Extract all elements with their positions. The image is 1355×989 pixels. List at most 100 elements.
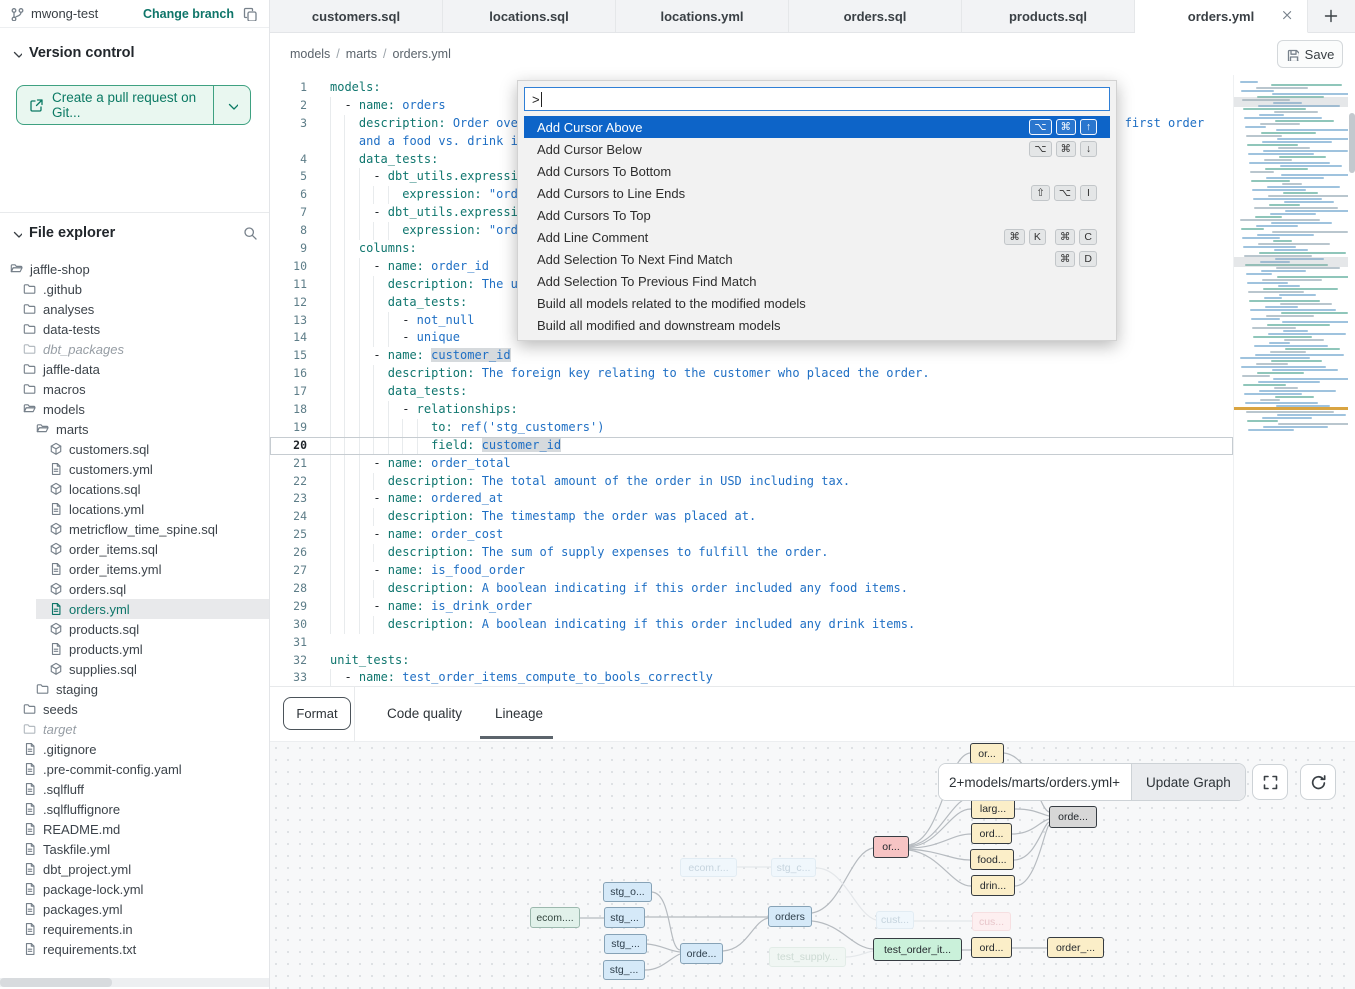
fullscreen-button[interactable] <box>1252 764 1288 800</box>
file-tree-item-jaffle-shop[interactable]: jaffle-shop <box>0 259 269 279</box>
command-palette-input[interactable]: > <box>524 87 1110 111</box>
code-line-20[interactable]: 20field: customer_id <box>270 437 1233 455</box>
file-tree-item-marts[interactable]: marts <box>0 419 269 439</box>
palette-item-add-selection-to-previous-find-match[interactable]: Add Selection To Previous Find Match <box>524 270 1110 292</box>
file-tree-item-customers.yml[interactable]: customers.yml <box>0 459 269 479</box>
code-line-31[interactable]: 31 <box>270 634 1233 652</box>
palette-item-add-cursors-to-line-ends[interactable]: Add Cursors to Line Ends⇧⌥I <box>524 182 1110 204</box>
file-tree-item-README.md[interactable]: README.md <box>0 819 269 839</box>
code-line-25[interactable]: 25- name: order_cost <box>270 526 1233 544</box>
file-tree-item-.sqlfluff[interactable]: .sqlfluff <box>0 779 269 799</box>
file-tree-item-seeds[interactable]: seeds <box>0 699 269 719</box>
lineage-node-n6[interactable]: orde... <box>680 943 723 964</box>
code-line-28[interactable]: 28description: A boolean indicating if t… <box>270 580 1233 598</box>
editor-tab-customers.sql[interactable]: customers.sql <box>270 0 443 32</box>
palette-item-add-cursors-to-bottom[interactable]: Add Cursors To Bottom <box>524 160 1110 182</box>
code-line-22[interactable]: 22description: The total amount of the o… <box>270 473 1233 491</box>
code-line-17[interactable]: 17data_tests: <box>270 383 1233 401</box>
code-line-32[interactable]: 32unit_tests: <box>270 652 1233 670</box>
new-tab-button[interactable] <box>1308 0 1354 32</box>
code-line-26[interactable]: 26description: The sum of supply expense… <box>270 544 1233 562</box>
file-tree-item-.pre-commit-config.yaml[interactable]: .pre-commit-config.yaml <box>0 759 269 779</box>
lineage-node-n21[interactable]: cus... <box>972 912 1011 931</box>
lineage-node-n22[interactable]: ord... <box>971 937 1012 958</box>
breadcrumb-part[interactable]: models <box>290 47 330 61</box>
editor-tab-locations.sql[interactable]: locations.sql <box>443 0 616 32</box>
editor-tab-locations.yml[interactable]: locations.yml <box>616 0 789 32</box>
change-branch-link[interactable]: Change branch <box>143 7 234 21</box>
file-tree-item-orders.yml[interactable]: orders.yml <box>0 599 269 619</box>
palette-item-add-cursor-above[interactable]: Add Cursor Above⌥⌘↑ <box>524 116 1110 138</box>
file-tree-item-locations.yml[interactable]: locations.yml <box>0 499 269 519</box>
lineage-node-n20[interactable]: orde... <box>1049 806 1097 828</box>
lineage-node-n16[interactable]: larg... <box>971 798 1015 819</box>
lineage-node-n12[interactable]: test_supply... <box>769 947 846 967</box>
file-tree-item-order_items.yml[interactable]: order_items.yml <box>0 559 269 579</box>
lineage-node-n23[interactable]: order_... <box>1047 937 1104 958</box>
file-tree-item-customers.sql[interactable]: customers.sql <box>0 439 269 459</box>
file-tree-item-locations.sql[interactable]: locations.sql <box>0 479 269 499</box>
lineage-canvas[interactable]: Update Graph ecom....stg_o...stg_...stg_… <box>270 741 1355 989</box>
file-tree-item-products.yml[interactable]: products.yml <box>0 639 269 659</box>
breadcrumb-part[interactable]: marts <box>346 47 377 61</box>
tab-lineage[interactable]: Lineage <box>495 687 543 739</box>
file-tree-item-analyses[interactable]: analyses <box>0 299 269 319</box>
tab-code-quality[interactable]: Code quality <box>387 687 462 739</box>
file-tree-item-supplies.sql[interactable]: supplies.sql <box>0 659 269 679</box>
format-button[interactable]: Format <box>283 697 351 730</box>
lineage-selector-input[interactable] <box>939 764 1131 800</box>
file-tree-item-order_items.sql[interactable]: order_items.sql <box>0 539 269 559</box>
editor-scrollbar-thumb[interactable] <box>1349 113 1355 173</box>
editor-tab-orders.yml[interactable]: orders.yml <box>1135 0 1308 33</box>
code-line-27[interactable]: 27- name: is_food_order <box>270 562 1233 580</box>
file-tree-item-staging[interactable]: staging <box>0 679 269 699</box>
lineage-node-n8[interactable]: ecom.r... <box>680 858 737 877</box>
lineage-node-n9[interactable]: stg_c... <box>771 858 816 877</box>
file-tree-item-.sqlfluffignore[interactable]: .sqlfluffignore <box>0 799 269 819</box>
file-tree-item-.github[interactable]: .github <box>0 279 269 299</box>
lineage-node-n4[interactable]: stg_... <box>604 934 647 954</box>
palette-item-add-cursors-to-top[interactable]: Add Cursors To Top <box>524 204 1110 226</box>
create-pull-request-button[interactable]: Create a pull request on Git... <box>16 85 251 125</box>
update-graph-button[interactable]: Update Graph <box>1131 764 1245 800</box>
file-tree-item-products.sql[interactable]: products.sql <box>0 619 269 639</box>
lineage-node-n7[interactable]: orders <box>768 906 812 927</box>
code-line-33[interactable]: 33- name: test_order_items_compute_to_bo… <box>270 669 1233 686</box>
create-pull-request-main[interactable]: Create a pull request on Git... <box>17 86 214 124</box>
code-line-24[interactable]: 24description: The timestamp the order w… <box>270 508 1233 526</box>
lineage-node-n13[interactable]: test_order_it... <box>873 938 962 961</box>
search-icon[interactable] <box>243 226 257 240</box>
save-button[interactable]: Save <box>1277 40 1343 68</box>
sidebar-horizontal-scrollbar[interactable] <box>0 978 269 987</box>
file-explorer-header[interactable]: File explorer <box>0 220 269 246</box>
code-line-21[interactable]: 21- name: order_total <box>270 455 1233 473</box>
file-tree-item-orders.sql[interactable]: orders.sql <box>0 579 269 599</box>
lineage-node-n10[interactable]: or... <box>873 836 909 858</box>
file-tree-item-requirements.txt[interactable]: requirements.txt <box>0 939 269 959</box>
file-tree-item-jaffle-data[interactable]: jaffle-data <box>0 359 269 379</box>
code-line-19[interactable]: 19to: ref('stg_customers') <box>270 419 1233 437</box>
close-icon[interactable] <box>1281 9 1295 23</box>
pull-request-dropdown-button[interactable] <box>214 86 250 124</box>
file-tree-item-package-lock.yml[interactable]: package-lock.yml <box>0 879 269 899</box>
palette-item-build-all-models-related-to-the-modified-models[interactable]: Build all models related to the modified… <box>524 292 1110 314</box>
code-line-30[interactable]: 30description: A boolean indicating if t… <box>270 616 1233 634</box>
lineage-node-n17[interactable]: ord... <box>971 823 1012 844</box>
lineage-node-n11[interactable]: cust... <box>876 911 914 929</box>
lineage-node-n2[interactable]: stg_o... <box>603 882 652 902</box>
file-tree-item-models[interactable]: models <box>0 399 269 419</box>
file-tree-item-data-tests[interactable]: data-tests <box>0 319 269 339</box>
file-tree-item-Taskfile.yml[interactable]: Taskfile.yml <box>0 839 269 859</box>
code-line-18[interactable]: 18- relationships: <box>270 401 1233 419</box>
minimap[interactable] <box>1233 75 1348 686</box>
file-tree-item-dbt_project.yml[interactable]: dbt_project.yml <box>0 859 269 879</box>
lineage-node-n18[interactable]: food... <box>970 849 1014 870</box>
version-control-header[interactable]: Version control <box>0 40 269 66</box>
code-line-16[interactable]: 16description: The foreign key relating … <box>270 365 1233 383</box>
copy-button[interactable] <box>241 5 259 23</box>
lineage-node-n5[interactable]: stg_... <box>603 960 645 980</box>
file-tree-item-packages.yml[interactable]: packages.yml <box>0 899 269 919</box>
palette-item-add-selection-to-next-find-match[interactable]: Add Selection To Next Find Match⌘D <box>524 248 1110 270</box>
palette-item-add-cursor-below[interactable]: Add Cursor Below⌥⌘↓ <box>524 138 1110 160</box>
file-tree-item-requirements.in[interactable]: requirements.in <box>0 919 269 939</box>
